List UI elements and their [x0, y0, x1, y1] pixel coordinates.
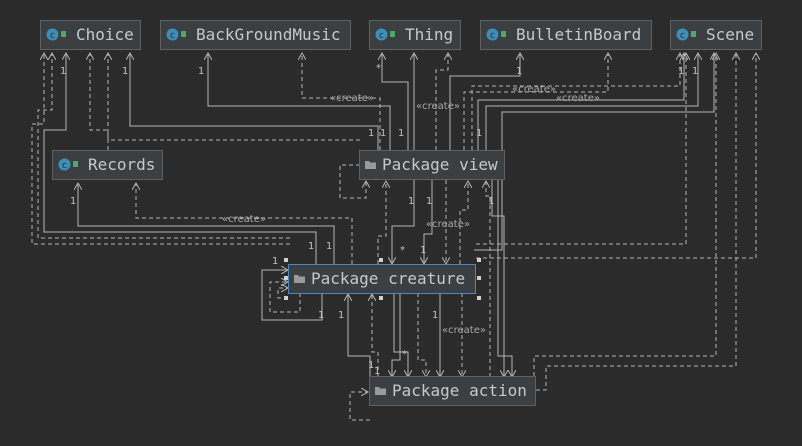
stereotype-label: «create»: [330, 93, 374, 104]
class-node-background-music[interactable]: c BackGroundMusic: [160, 20, 351, 50]
class-icon: c: [58, 158, 71, 171]
package-node-action[interactable]: Package action: [369, 376, 536, 406]
node-label: Package action: [392, 381, 527, 400]
edge-creature-records[interactable]: [78, 183, 334, 264]
edge-action-choice[interactable]: [37, 53, 290, 239]
multiplicity: 1: [368, 128, 374, 139]
visibility-icon: [501, 31, 506, 37]
node-label: Thing: [405, 25, 454, 44]
node-label: Scene: [706, 25, 755, 44]
edge-records-choice[interactable]: [90, 53, 109, 150]
edge-action-creature-3[interactable]: [392, 294, 400, 377]
class-node-scene[interactable]: c Scene: [670, 20, 762, 50]
multiplicity: 1: [318, 310, 324, 321]
visibility-icon: [691, 31, 696, 37]
svg-text:c: c: [680, 31, 685, 41]
node-label: Package creature: [311, 269, 466, 288]
svg-text:c: c: [170, 31, 175, 41]
resize-handle-bottom-right[interactable]: [477, 296, 481, 300]
multiplicity: 1: [420, 245, 426, 256]
multiplicity: 1: [426, 196, 432, 207]
class-icon: c: [46, 28, 59, 41]
edge-creature-action[interactable]: [394, 293, 408, 377]
stereotype-label: «create»: [556, 93, 600, 104]
edge-action-self[interactable]: [349, 392, 370, 421]
multiplicity: 1: [272, 256, 278, 267]
class-node-records[interactable]: c Records: [52, 150, 163, 180]
class-node-thing[interactable]: c Thing: [369, 20, 461, 50]
multiplicity: *: [376, 63, 381, 74]
package-icon: [294, 275, 305, 283]
package-icon: [375, 387, 386, 395]
edge-action-view[interactable]: [486, 181, 491, 377]
multiplicity: 1: [476, 128, 482, 139]
class-node-choice[interactable]: c Choice: [40, 20, 141, 50]
package-node-view[interactable]: Package view: [359, 150, 505, 180]
edge-view-choice[interactable]: [108, 53, 360, 141]
resize-handle-bottom-left[interactable]: [284, 296, 288, 300]
resize-handle-left[interactable]: [284, 276, 288, 280]
multiplicity-labels: 1 1 1 * 1 1 1 1 1 1 1 1 1 1 1 1 1 * 1 1 …: [60, 63, 698, 377]
stereotype-label: «create»: [512, 84, 556, 95]
edge-action-creature[interactable]: [348, 294, 371, 378]
multiplicity: 1: [326, 241, 332, 252]
multiplicity: 1: [678, 66, 684, 77]
multiplicity: 1: [408, 196, 414, 207]
multiplicity: 1: [692, 66, 698, 77]
multiplicity: 1: [432, 310, 438, 321]
multiplicity: 1: [198, 66, 204, 77]
multiplicity: 1: [398, 128, 404, 139]
package-node-creature[interactable]: Package creature: [288, 264, 476, 294]
package-icon: [365, 161, 376, 169]
class-icon: c: [375, 28, 388, 41]
svg-text:c: c: [490, 31, 495, 41]
resize-handle-top[interactable]: [379, 258, 383, 262]
edge-view-bulletin[interactable]: [450, 53, 520, 150]
node-label: Choice: [76, 25, 134, 44]
resize-handle-top-left[interactable]: [284, 258, 288, 262]
stereotype-label: «create»: [222, 214, 266, 225]
multiplicity: 1: [488, 196, 494, 207]
visibility-icon: [61, 31, 66, 37]
edge-creature-action-3[interactable]: [417, 293, 426, 377]
resize-handle-top-right[interactable]: [477, 258, 481, 262]
edge-creature-scene[interactable]: [474, 53, 714, 251]
multiplicity: *: [400, 245, 405, 256]
multiplicity: 1: [380, 128, 386, 139]
multiplicity: 1: [122, 66, 128, 77]
class-icon: c: [676, 28, 689, 41]
visibility-icon: [73, 161, 78, 167]
class-icon: c: [166, 28, 179, 41]
resize-handle-bottom[interactable]: [379, 296, 383, 300]
multiplicity: 1: [308, 241, 314, 252]
node-label: BulletinBoard: [516, 25, 642, 44]
resize-handle-right[interactable]: [477, 276, 481, 280]
multiplicity: *: [402, 349, 407, 360]
class-node-bulletin-board[interactable]: c BulletinBoard: [480, 20, 652, 50]
node-label: BackGroundMusic: [196, 25, 341, 44]
edge-creature-view[interactable]: [377, 181, 386, 264]
class-icon: c: [486, 28, 499, 41]
relationship-edges: [31, 53, 756, 421]
node-label: Package view: [382, 155, 498, 174]
svg-text:c: c: [379, 31, 384, 41]
svg-text:c: c: [50, 31, 55, 41]
node-label: Records: [88, 155, 156, 174]
visibility-icon: [181, 31, 186, 37]
stereotype-label: «create»: [426, 219, 470, 230]
stereotype-label: «create»: [416, 101, 460, 112]
svg-text:c: c: [62, 161, 67, 171]
multiplicity: 1: [516, 66, 522, 77]
multiplicity: 1: [338, 310, 344, 321]
edge-creature-scene-create[interactable]: [476, 53, 686, 245]
multiplicity: 1: [70, 196, 76, 207]
edge-view-action[interactable]: [498, 180, 512, 377]
stereotype-label: «create»: [442, 325, 486, 336]
visibility-icon: [390, 31, 395, 37]
multiplicity: 1: [60, 66, 66, 77]
